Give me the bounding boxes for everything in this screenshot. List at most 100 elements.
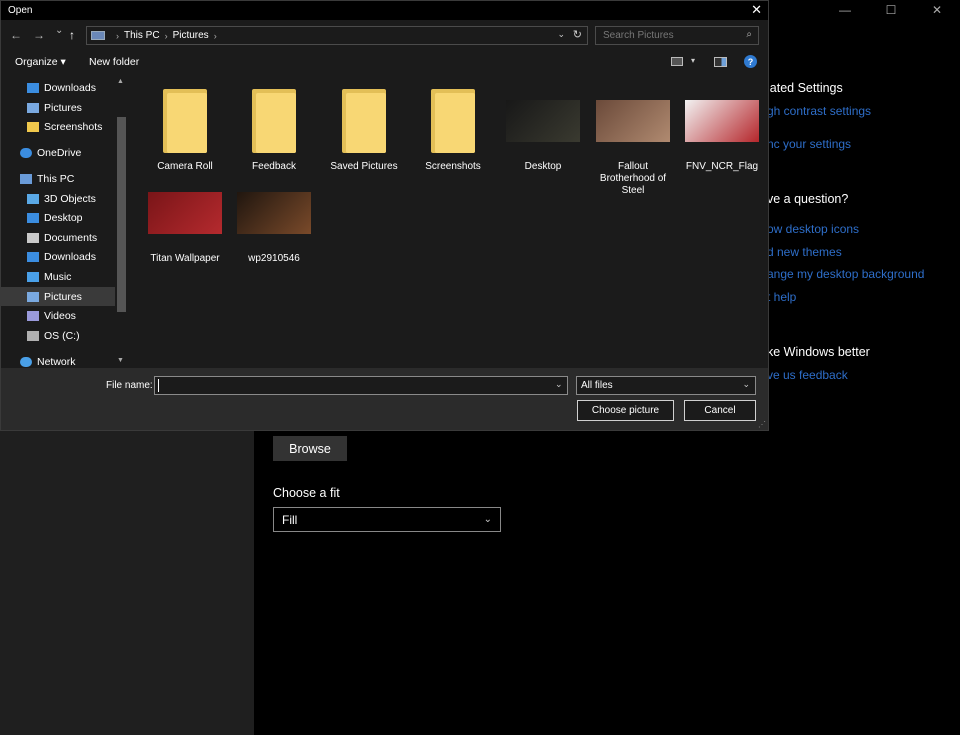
nav-item-label: 3D Objects	[44, 192, 96, 205]
file-type-value: All files	[581, 380, 613, 391]
nav-item[interactable]: Pictures	[1, 98, 115, 117]
dialog-footer: File name: ⌄ All files ⌄ Choose picture …	[1, 368, 768, 430]
nav-item[interactable]: OneDrive	[1, 143, 115, 162]
find-new-themes-link[interactable]: d new themes	[767, 245, 842, 259]
music-note-icon	[27, 271, 39, 282]
make-windows-better-heading: ke Windows better	[767, 345, 870, 359]
file-name-input[interactable]	[154, 376, 568, 395]
question-heading: ve a question?	[767, 192, 849, 206]
pictures-icon	[27, 291, 39, 302]
window-controls: — ☐ ✕	[822, 0, 960, 20]
related-settings-heading: lated Settings	[767, 81, 843, 95]
nav-item-label: Pictures	[44, 101, 82, 114]
image-item[interactable]: Fallout Brotherhood of Steel	[590, 83, 676, 197]
file-name: Desktop	[524, 161, 562, 172]
help-icon[interactable]: ?	[744, 55, 757, 68]
nav-item[interactable]: Screenshots	[1, 117, 115, 136]
organize-menu[interactable]: Organize ▾	[15, 56, 66, 68]
file-list: Camera Roll Feedback Saved Pictures Screens…	[128, 75, 768, 368]
cancel-button[interactable]: Cancel	[684, 400, 756, 421]
image-item[interactable]: Titan Wallpaper	[142, 175, 228, 265]
nav-item-label: Desktop	[44, 211, 83, 224]
up-arrow-icon[interactable]: ↑	[69, 28, 75, 42]
video-icon	[27, 310, 39, 321]
scroll-up-icon[interactable]: ▲	[117, 78, 124, 85]
fit-dropdown[interactable]: Fill ⌄	[273, 507, 501, 532]
nav-item[interactable]: Downloads	[1, 247, 115, 266]
view-options-icon[interactable]	[671, 57, 683, 66]
recent-locations-icon[interactable]: ⌄	[55, 25, 63, 36]
folder-item[interactable]: Feedback	[231, 83, 317, 173]
nav-item[interactable]: Documents	[1, 228, 115, 247]
image-item[interactable]: FNV_NCR_Flag	[679, 83, 765, 173]
window-close-button[interactable]: ✕	[914, 0, 960, 20]
drive-icon	[27, 330, 39, 341]
browse-button[interactable]: Browse	[273, 436, 347, 461]
pictures-icon	[27, 102, 39, 113]
resize-grip-icon[interactable]: ⋰	[758, 420, 766, 429]
nav-item-label: Documents	[44, 231, 98, 244]
chevron-down-icon: ⌄	[742, 379, 750, 389]
nav-item-label: OS (C:)	[44, 329, 80, 342]
show-desktop-icons-link[interactable]: ow desktop icons	[767, 222, 859, 236]
nav-item[interactable]: Music	[1, 267, 115, 286]
nav-item[interactable]: Downloads	[1, 78, 115, 97]
file-name: Titan Wallpaper	[150, 253, 220, 264]
nav-item[interactable]: This PC	[1, 169, 115, 188]
network-icon	[20, 356, 32, 367]
thumbnail	[231, 83, 317, 158]
nav-item-label: OneDrive	[37, 146, 82, 159]
breadcrumb-this-pc[interactable]: This PC	[124, 30, 160, 41]
chevron-down-icon[interactable]: ⌄	[555, 379, 563, 390]
high-contrast-link[interactable]: gh contrast settings	[767, 104, 871, 118]
breadcrumb-pictures[interactable]: Pictures	[173, 30, 209, 41]
dialog-toolbar: Organize ▾ New folder ▾ ?	[1, 51, 768, 74]
nav-item[interactable]: Desktop	[1, 208, 115, 227]
nav-item-label: Videos	[44, 309, 76, 322]
address-bar[interactable]: › This PC › Pictures › ⌄ ↻	[86, 26, 588, 45]
scrollbar-thumb[interactable]	[117, 117, 126, 312]
forward-arrow-icon[interactable]: →	[33, 28, 45, 42]
preview-pane-icon[interactable]	[714, 57, 727, 67]
nav-item[interactable]: OS (C:)	[1, 326, 115, 345]
nav-item[interactable]: 3D Objects	[1, 189, 115, 208]
image-thumbnail	[148, 191, 222, 234]
get-help-link[interactable]: t help	[767, 290, 796, 304]
thumbnail	[410, 83, 496, 158]
image-item[interactable]: Desktop	[500, 83, 586, 173]
scroll-down-icon[interactable]: ▼	[117, 357, 124, 364]
minimize-button[interactable]: —	[822, 0, 868, 20]
change-desktop-background-link[interactable]: ange my desktop background	[767, 267, 924, 281]
folder-item[interactable]: Saved Pictures	[321, 83, 407, 173]
refresh-icon[interactable]: ↻	[573, 28, 582, 41]
nav-scrollbar[interactable]: ▲ ▼	[115, 75, 128, 368]
choose-picture-button[interactable]: Choose picture	[577, 400, 674, 421]
document-icon	[27, 232, 39, 243]
chevron-down-icon[interactable]: ⌄	[557, 29, 565, 40]
search-input[interactable]: Search Pictures ⌕	[595, 26, 759, 45]
thumbnail	[321, 83, 407, 158]
folder-item[interactable]: Camera Roll	[142, 83, 228, 173]
nav-item[interactable]: Pictures	[1, 287, 115, 306]
new-folder-button[interactable]: New folder	[89, 56, 139, 68]
sync-settings-link[interactable]: nc your settings	[767, 137, 851, 151]
file-type-select[interactable]: All files ⌄	[576, 376, 756, 395]
nav-item-label: Screenshots	[44, 120, 103, 133]
open-dialog: Open ✕ ← → ⌄ ↑ › This PC › Pictures › ⌄ …	[0, 0, 769, 431]
image-item[interactable]: wp2910546	[231, 175, 317, 265]
nav-item[interactable]: Network	[1, 352, 115, 368]
view-dropdown-icon[interactable]: ▾	[691, 56, 695, 65]
maximize-button[interactable]: ☐	[868, 0, 914, 20]
close-icon[interactable]: ✕	[751, 2, 762, 18]
nav-item[interactable]: Videos	[1, 306, 115, 325]
text-caret	[158, 379, 159, 392]
nav-item-label: Music	[44, 270, 72, 283]
image-thumbnail	[237, 191, 311, 234]
cube-icon	[27, 193, 39, 204]
file-name: Screenshots	[425, 161, 481, 172]
folder-item[interactable]: Screenshots	[410, 83, 496, 173]
give-feedback-link[interactable]: ve us feedback	[767, 368, 848, 382]
back-arrow-icon[interactable]: ←	[10, 28, 22, 42]
navigation-pane: Downloads Pictures Screenshots OneDrive This…	[1, 75, 128, 368]
image-thumbnail	[506, 99, 580, 142]
